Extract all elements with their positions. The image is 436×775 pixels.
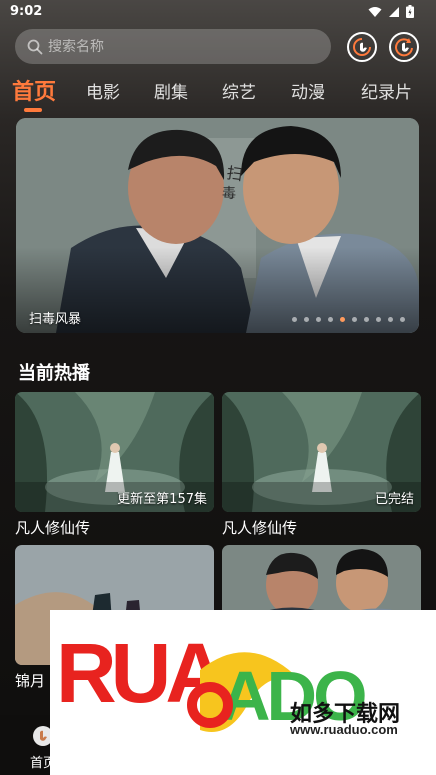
pagination-dot[interactable] (340, 317, 345, 322)
tab-anime[interactable]: 动漫 (291, 78, 325, 103)
card-title: 凡人修仙传 (15, 519, 91, 537)
status-icons (368, 5, 414, 18)
tab-variety[interactable]: 综艺 (222, 78, 256, 103)
svg-text:RUA: RUA (56, 626, 224, 720)
watermark-overlay: RUA ADO 如多下载网 www.ruaduo.com (50, 610, 436, 775)
pagination-dot[interactable] (328, 317, 333, 322)
pagination-dot[interactable] (316, 317, 321, 322)
tab-documentary[interactable]: 纪录片 (361, 78, 412, 103)
refresh-icon (395, 38, 413, 57)
battery-icon (406, 5, 414, 18)
pagination-dot[interactable] (364, 317, 369, 322)
card-thumbnail: 更新至第157集 (15, 392, 214, 512)
search-bar[interactable] (15, 29, 331, 64)
pagination-dot[interactable] (376, 317, 381, 322)
pagination-dot[interactable] (400, 317, 405, 322)
episode-badge: 更新至第157集 (117, 492, 207, 507)
pagination-dot[interactable] (388, 317, 393, 322)
pagination-dot[interactable] (352, 317, 357, 322)
search-input[interactable] (48, 38, 308, 55)
pagination-dot[interactable] (304, 317, 309, 322)
signal-icon (389, 6, 399, 17)
banner-pagination (292, 317, 405, 322)
pagination-dot[interactable] (292, 317, 297, 322)
tab-movies[interactable]: 电影 (86, 78, 120, 103)
banner-artwork: 扫 毒 (16, 118, 419, 333)
status-time: 9:02 (10, 4, 43, 19)
history-icon (353, 38, 371, 56)
tab-series[interactable]: 剧集 (154, 78, 188, 103)
video-card[interactable]: 已完结 凡人修仙传 (222, 392, 421, 538)
card-thumbnail: 已完结 (222, 392, 421, 512)
banner-title: 扫毒风暴 (29, 312, 82, 327)
search-icon (27, 39, 43, 54)
tab-active-indicator (24, 108, 42, 112)
video-card[interactable]: 更新至第157集 凡人修仙传 (15, 392, 214, 538)
watermark-logo: RUA ADO (56, 626, 369, 735)
watermark-url: www.ruaduo.com (290, 722, 398, 737)
section-title-now-playing: 当前热播 (18, 363, 90, 384)
tab-home[interactable]: 首页 (12, 74, 56, 106)
history-button[interactable] (347, 32, 377, 62)
featured-banner[interactable]: 扫 毒 扫毒风暴 (16, 118, 419, 333)
card-title: 凡人修仙传 (222, 519, 298, 537)
refresh-button[interactable] (389, 32, 419, 62)
wifi-icon (368, 6, 382, 17)
category-tabs: 首页 电影 剧集 综艺 动漫 纪录片 (0, 72, 436, 112)
status-badge: 已完结 (374, 492, 414, 507)
status-bar: 9:02 (0, 0, 436, 26)
